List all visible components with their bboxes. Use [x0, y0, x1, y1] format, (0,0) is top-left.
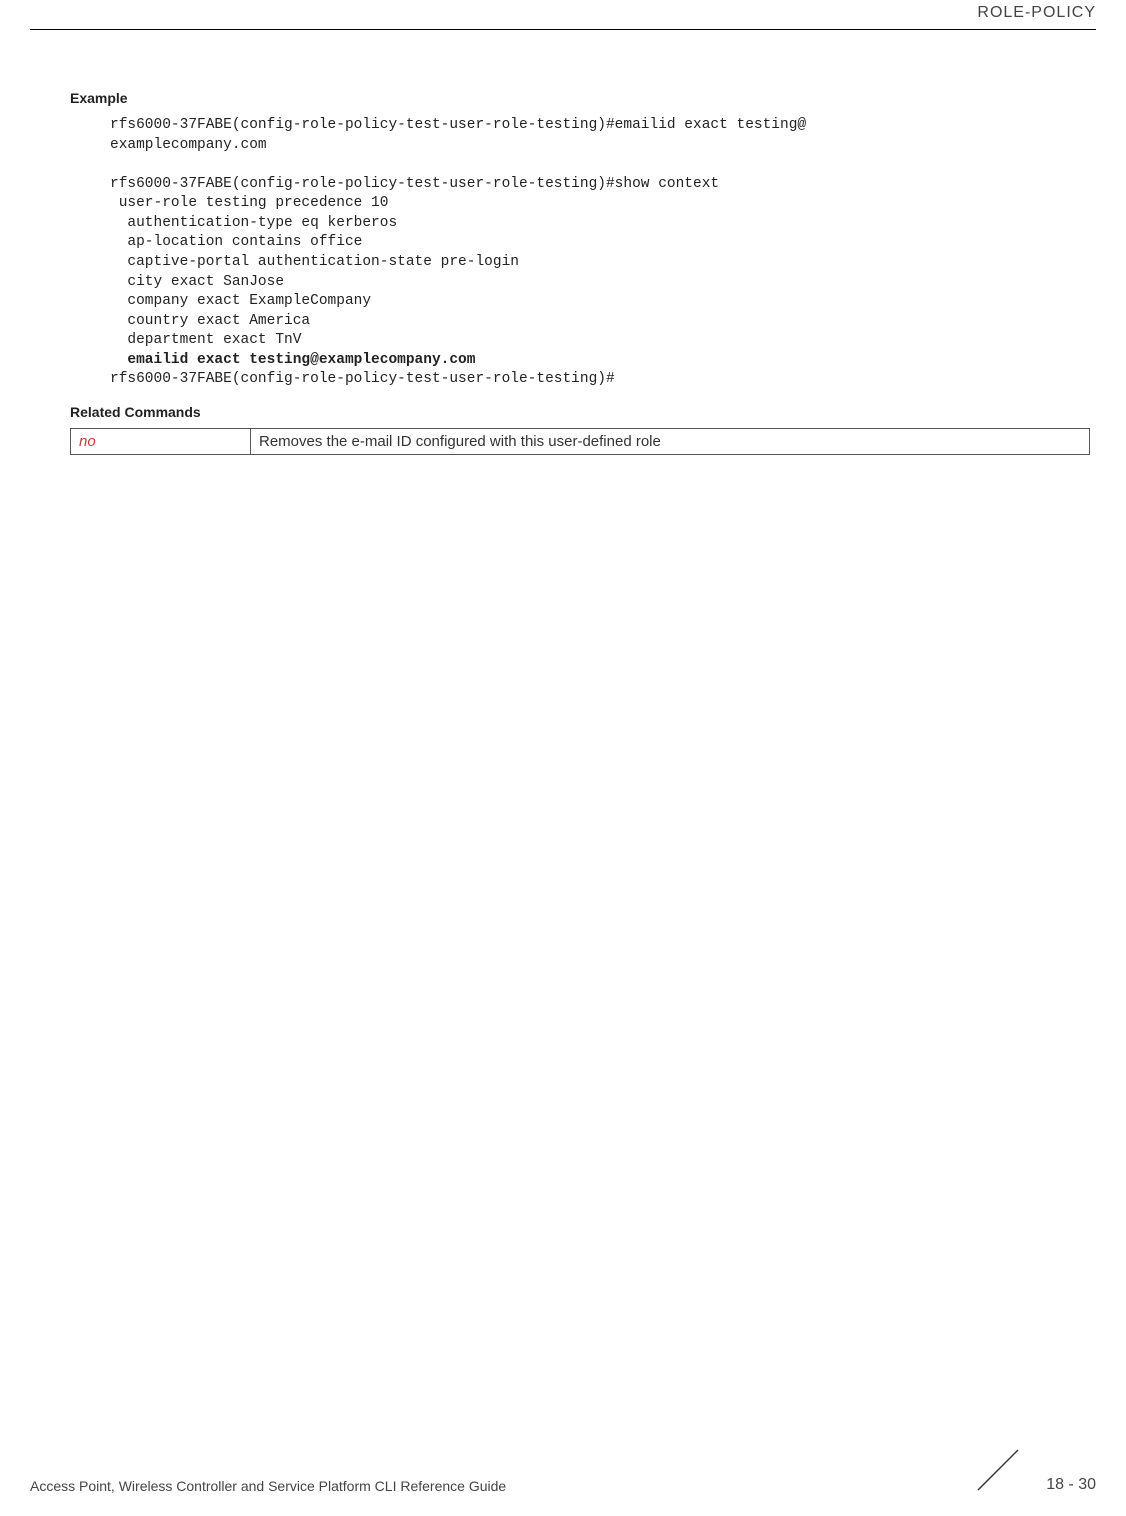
code-line: rfs6000-37FABE(config-role-policy-test-u… — [110, 176, 719, 192]
related-commands-table: no Removes the e-mail ID configured with… — [70, 428, 1090, 455]
example-heading: Example — [70, 90, 1096, 106]
code-line: department exact TnV — [110, 332, 301, 348]
code-line: rfs6000-37FABE(config-role-policy-test-u… — [110, 371, 615, 387]
code-line: rfs6000-37FABE(config-role-policy-test-u… — [110, 117, 806, 133]
code-line: company exact ExampleCompany — [110, 293, 371, 309]
footer-slash-icon — [970, 1442, 1026, 1498]
code-line: captive-portal authentication-state pre-… — [110, 254, 519, 270]
code-line: ap-location contains office — [110, 234, 362, 250]
code-line-bold: emailid exact testing@examplecompany.com — [110, 352, 475, 368]
page-header: ROLE-POLICY — [30, 0, 1096, 30]
command-name-cell: no — [71, 428, 251, 454]
code-block: rfs6000-37FABE(config-role-policy-test-u… — [110, 116, 1096, 390]
code-line: country exact America — [110, 313, 310, 329]
page-footer: Access Point, Wireless Controller and Se… — [30, 1456, 1096, 1496]
code-line: city exact SanJose — [110, 274, 284, 290]
command-desc-cell: Removes the e-mail ID configured with th… — [251, 428, 1090, 454]
header-title: ROLE-POLICY — [977, 4, 1096, 22]
page-number: 18 - 30 — [1046, 1476, 1096, 1494]
footer-text: Access Point, Wireless Controller and Se… — [30, 1478, 506, 1494]
code-line: authentication-type eq kerberos — [110, 215, 397, 231]
table-row: no Removes the e-mail ID configured with… — [71, 428, 1090, 454]
main-content: Example rfs6000-37FABE(config-role-polic… — [70, 90, 1096, 455]
code-line: user-role testing precedence 10 — [110, 195, 388, 211]
code-line: examplecompany.com — [110, 137, 267, 153]
related-commands-heading: Related Commands — [70, 404, 1096, 420]
